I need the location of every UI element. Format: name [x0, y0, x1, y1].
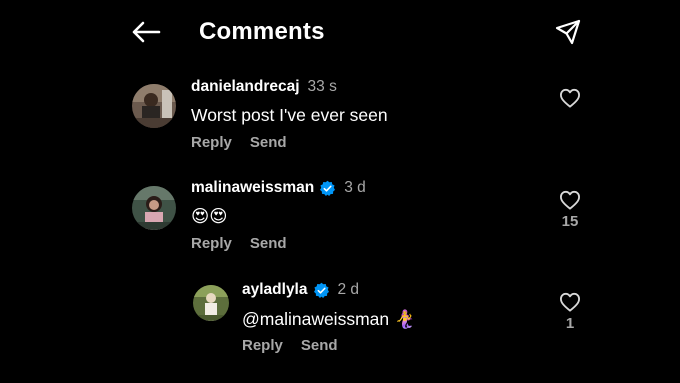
comment-item: danielandrecaj 33 s Worst post I've ever…	[0, 70, 680, 160]
like-button[interactable]: 15	[555, 190, 585, 232]
back-button[interactable]	[128, 16, 164, 48]
comment-item: malinaweissman 3 d 😍😍 Reply Send 15	[0, 172, 680, 262]
like-button[interactable]	[555, 88, 585, 108]
paper-plane-icon	[555, 19, 581, 45]
reply-button[interactable]: Reply	[191, 133, 232, 153]
avatar[interactable]	[132, 186, 176, 230]
like-count: 15	[561, 213, 579, 230]
like-button[interactable]: 1	[555, 292, 585, 334]
reply-button[interactable]: Reply	[242, 336, 283, 356]
username[interactable]: malinaweissman	[191, 178, 314, 198]
avatar[interactable]	[193, 285, 229, 321]
heart-icon	[560, 190, 580, 210]
page-title: Comments	[199, 18, 325, 45]
username[interactable]: danielandrecaj	[191, 77, 300, 97]
comment-actions: Reply Send	[191, 133, 287, 153]
comment-text: @malinaweissman 🧜‍♀️	[242, 309, 416, 329]
arrow-left-icon	[132, 21, 161, 43]
send-button[interactable]: Send	[301, 336, 338, 356]
heart-icon	[560, 292, 580, 312]
username[interactable]: ayladlyla	[242, 280, 308, 300]
comment-text: Worst post I've ever seen	[191, 105, 388, 125]
reply-item: ayladlyla 2 d @malinaweissman 🧜‍♀️ Reply…	[0, 274, 680, 364]
timestamp: 2 d	[337, 281, 360, 298]
avatar[interactable]	[132, 84, 176, 128]
verified-badge-icon	[319, 180, 336, 197]
comment-header: danielandrecaj 33 s	[191, 77, 337, 97]
send-button[interactable]: Send	[250, 234, 287, 254]
heart-icon	[560, 88, 580, 108]
comment-actions: Reply Send	[242, 336, 338, 356]
comment-actions: Reply Send	[191, 234, 287, 254]
verified-badge-icon	[313, 282, 330, 299]
send-button[interactable]: Send	[250, 133, 287, 153]
timestamp: 33 s	[307, 78, 337, 95]
comment-header: malinaweissman 3 d	[191, 178, 366, 198]
header-bar: Comments	[0, 0, 680, 62]
like-count: 1	[565, 315, 575, 332]
comment-text: 😍😍	[191, 206, 228, 226]
timestamp: 3 d	[344, 179, 366, 196]
reply-button[interactable]: Reply	[191, 234, 232, 254]
comment-header: ayladlyla 2 d	[242, 280, 359, 300]
share-button[interactable]	[550, 14, 586, 50]
